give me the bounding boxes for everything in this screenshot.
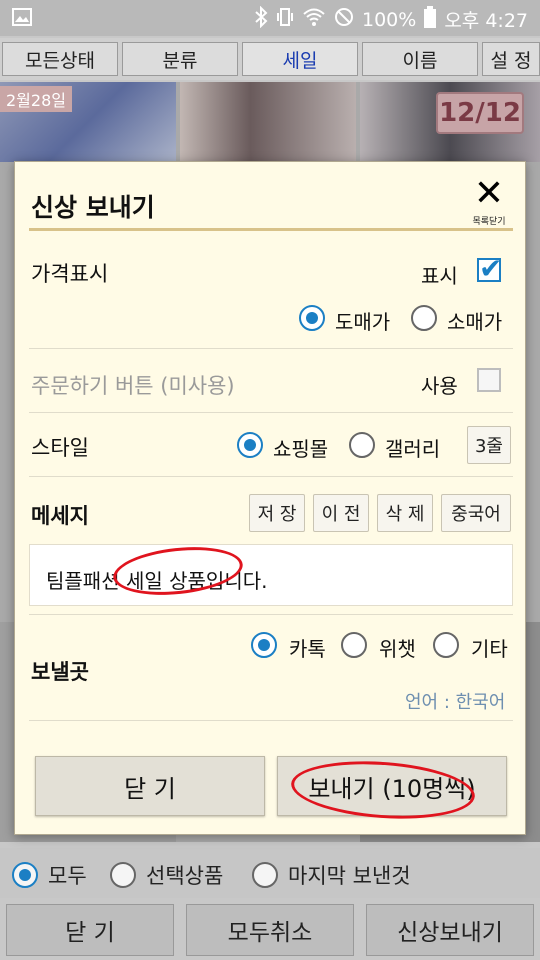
show-price-checkbox[interactable]: [477, 252, 502, 285]
product-photo[interactable]: [180, 82, 356, 162]
style-label: 스타일: [31, 436, 89, 460]
bottom-close-button[interactable]: 닫 기: [6, 904, 174, 956]
image-icon: [12, 8, 32, 31]
destination-label: 보낼곳: [31, 660, 89, 684]
shopping-mall-radio[interactable]: [237, 432, 263, 458]
message-label: 메세지: [31, 504, 89, 528]
date-badge: 2월28일: [0, 86, 72, 112]
divider: [29, 348, 513, 349]
divider: [29, 614, 513, 615]
gallery-radio[interactable]: [349, 432, 375, 458]
kakaotalk-radio[interactable]: [251, 632, 277, 658]
filter-selected[interactable]: 선택상품: [110, 860, 223, 890]
gallery-label: 갤러리: [385, 437, 441, 461]
dialog-close-button[interactable]: 닫 기: [35, 756, 265, 816]
retail-label: 소매가: [447, 310, 503, 334]
tab-sale[interactable]: 세일: [242, 42, 358, 76]
send-button[interactable]: 보내기 (10명씩): [277, 756, 507, 816]
filter-selected-label: 선택상품: [146, 864, 224, 888]
delete-message-button[interactable]: 삭 제: [377, 494, 433, 532]
blocked-icon: [334, 7, 354, 32]
use-order-checkbox[interactable]: [477, 368, 501, 392]
filter-all-label: 모두: [48, 864, 87, 888]
top-tab-bar: 모든상태 분류 세일 이름 설 정: [0, 38, 540, 80]
show-price-label: 표시: [421, 264, 458, 288]
close-list-button[interactable]: ✕ 목록닫기: [465, 176, 513, 228]
battery-icon: [424, 6, 437, 33]
cancel-all-button[interactable]: 모두취소: [186, 904, 354, 956]
tab-name[interactable]: 이름: [362, 42, 478, 76]
wholesale-radio[interactable]: [299, 305, 325, 331]
bluetooth-icon: [254, 5, 268, 33]
title-divider: [29, 228, 513, 231]
filter-last-sent-label: 마지막 보낸것: [288, 864, 411, 888]
divider: [29, 412, 513, 413]
other-label: 기타: [471, 637, 508, 661]
clock: 오후 4:27: [444, 10, 528, 32]
radio-icon[interactable]: [252, 862, 278, 888]
kakaotalk-label: 카톡: [289, 637, 326, 661]
tab-all-status[interactable]: 모든상태: [2, 42, 118, 76]
battery-percent: 100%: [362, 8, 417, 31]
chinese-button[interactable]: 중국어: [441, 494, 511, 532]
use-order-label: 사용: [421, 374, 458, 398]
wechat-label: 위챗: [379, 637, 416, 661]
other-radio[interactable]: [433, 632, 459, 658]
shopping-mall-label: 쇼핑몰: [273, 437, 329, 461]
price-display-label: 가격표시: [31, 262, 109, 286]
wholesale-label: 도매가: [335, 310, 391, 334]
wifi-icon: [302, 7, 326, 32]
close-caption: 목록닫기: [472, 217, 506, 227]
close-icon[interactable]: ✕: [474, 176, 504, 212]
retail-radio[interactable]: [411, 305, 437, 331]
save-message-button[interactable]: 저 장: [249, 494, 305, 532]
wechat-radio[interactable]: [341, 632, 367, 658]
rows-button[interactable]: 3줄: [467, 426, 511, 464]
divider: [29, 720, 513, 721]
radio-icon[interactable]: [110, 862, 136, 888]
filter-all[interactable]: 모두: [12, 860, 87, 890]
send-new-dialog: 신상 보내기 ✕ 목록닫기 가격표시 표시 도매가 소매가 주문하기 버튼 (미…: [14, 161, 526, 835]
order-button-label: 주문하기 버튼 (미사용): [31, 374, 235, 398]
language-link[interactable]: 언어 : 한국어: [405, 688, 505, 714]
count-badge: 12/12: [436, 92, 524, 134]
tab-category[interactable]: 분류: [122, 42, 238, 76]
previous-message-button[interactable]: 이 전: [313, 494, 369, 532]
vibrate-icon: [276, 6, 294, 33]
dialog-title: 신상 보내기: [31, 193, 155, 222]
status-bar: 100% 오후 4:27: [0, 0, 540, 36]
message-input[interactable]: 팀플패션 세일 상품입니다.: [29, 544, 513, 606]
radio-icon[interactable]: [12, 862, 38, 888]
divider: [29, 476, 513, 477]
filter-last-sent[interactable]: 마지막 보낸것: [252, 860, 411, 890]
send-new-button[interactable]: 신상보내기: [366, 904, 534, 956]
tab-settings[interactable]: 설 정: [482, 42, 540, 76]
